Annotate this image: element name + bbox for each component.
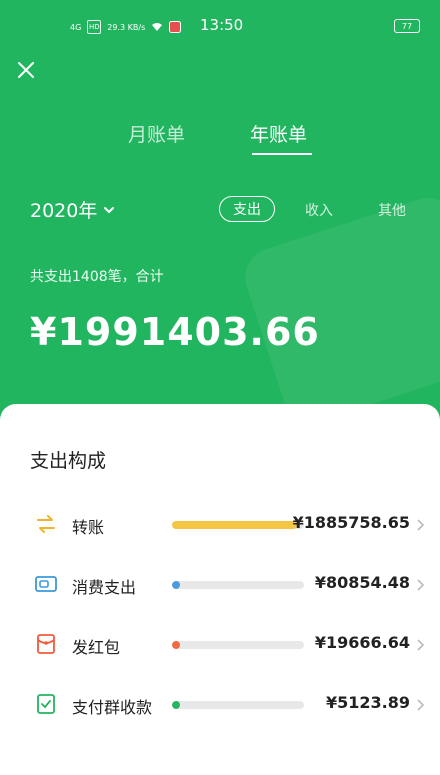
bill-header: 4G HD 29.3 KB/s 13:50 77 月账单 年账单 2020年 支…: [0, 0, 440, 420]
share-bar-fill: [172, 641, 180, 649]
bill-tabs: 月账单 年账单: [0, 120, 440, 160]
filter-row: 2020年 支出 收入 其他: [0, 196, 440, 228]
network-speed: 29.3 KB/s: [107, 22, 146, 32]
red-packet-icon: [37, 634, 55, 654]
breakdown-row-red-packet[interactable]: 发红包 ¥19666.64: [0, 624, 440, 664]
status-bar: 4G HD 29.3 KB/s 13:50 77: [70, 14, 420, 40]
expense-summary-text: 共支出1408笔，合计: [30, 269, 164, 285]
active-tab-indicator: [252, 153, 312, 155]
breakdown-label: 发红包: [72, 638, 121, 657]
network-indicator: 4G: [70, 22, 82, 32]
chevron-right-icon: [417, 519, 425, 531]
tab-yearly-bill[interactable]: 年账单: [250, 120, 307, 147]
breakdown-label: 支付群收款: [72, 698, 153, 717]
share-bar-fill: [172, 701, 180, 709]
filter-income-button[interactable]: 收入: [305, 200, 333, 220]
hd-indicator: HD: [87, 20, 102, 34]
share-bar-fill: [172, 521, 297, 529]
share-bar: [172, 641, 304, 649]
expense-total: ¥1991403.66: [30, 310, 320, 354]
wifi-icon: [152, 23, 163, 31]
share-bar-fill: [172, 581, 180, 589]
breakdown-amount: ¥19666.64: [314, 633, 410, 652]
breakdown-title: 支出构成: [30, 450, 107, 472]
close-icon[interactable]: [14, 58, 38, 82]
transfer-icon: [37, 515, 55, 533]
chevron-right-icon: [417, 639, 425, 651]
breakdown-label: 消费支出: [72, 578, 137, 597]
clock: 13:50: [200, 16, 244, 34]
breakdown-label: 转账: [72, 518, 105, 537]
filter-expense-button[interactable]: 支出: [219, 196, 275, 222]
status-icons: 4G HD 29.3 KB/s: [70, 20, 182, 34]
share-bar: [172, 521, 304, 529]
share-bar: [172, 701, 304, 709]
expense-breakdown-card: 支出构成 转账 ¥1885758.65 消费支出 ¥80854.48 发红包 ¥…: [0, 404, 440, 775]
app-notification-icon: [169, 21, 182, 33]
filter-other-button[interactable]: 其他: [378, 200, 406, 220]
breakdown-amount: ¥1885758.65: [292, 513, 410, 532]
chevron-down-icon: [104, 206, 115, 213]
breakdown-row-transfer[interactable]: 转账 ¥1885758.65: [0, 504, 440, 544]
group-payment-icon: [37, 694, 55, 714]
chevron-right-icon: [417, 579, 425, 591]
share-bar: [172, 581, 304, 589]
breakdown-amount: ¥80854.48: [314, 573, 410, 592]
battery-indicator: 77: [394, 19, 420, 33]
year-value: 2020年: [30, 200, 98, 222]
chevron-right-icon: [417, 699, 425, 711]
breakdown-row-consumption[interactable]: 消费支出 ¥80854.48: [0, 564, 440, 604]
year-selector[interactable]: 2020年: [30, 196, 115, 223]
wallet-icon: [35, 576, 57, 592]
breakdown-amount: ¥5123.89: [325, 693, 410, 712]
tab-monthly-bill[interactable]: 月账单: [128, 120, 185, 147]
breakdown-row-group-payment[interactable]: 支付群收款 ¥5123.89: [0, 684, 440, 724]
